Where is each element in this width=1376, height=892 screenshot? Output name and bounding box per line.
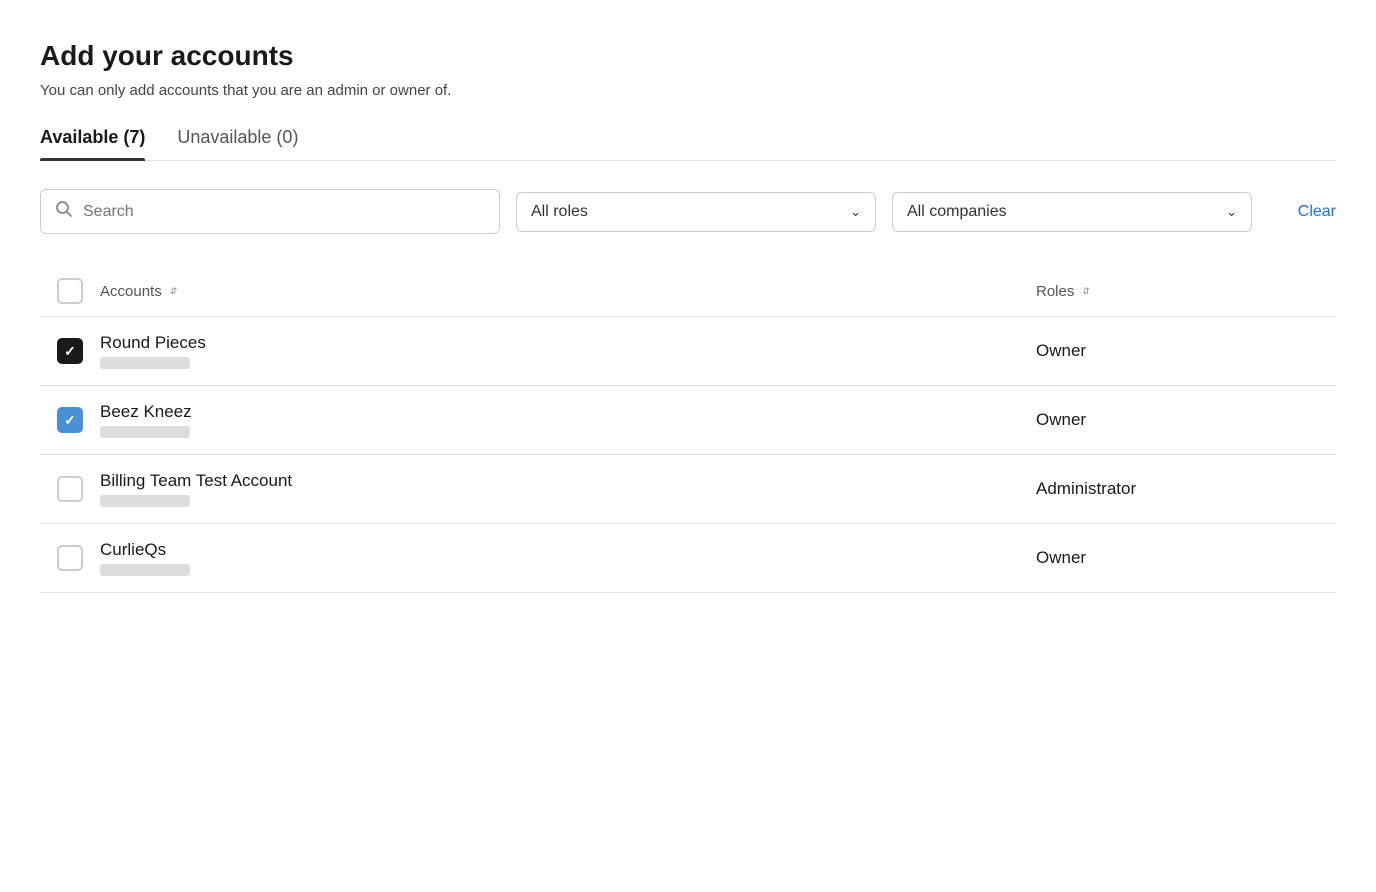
filters-bar: All roles ⌄ All companies ⌄ Clear xyxy=(40,189,1336,234)
roles-sort-icon[interactable]: ⇵ xyxy=(1082,287,1090,296)
account-info-curlieqs: CurlieQs xyxy=(100,540,190,576)
account-role: Owner xyxy=(1036,410,1086,430)
companies-dropdown-arrow: ⌄ xyxy=(1226,204,1237,220)
roles-column-header: Roles ⇵ xyxy=(1036,283,1336,300)
select-all-checkbox[interactable] xyxy=(57,278,83,304)
account-name: Round Pieces xyxy=(100,333,206,353)
account-url-blur xyxy=(100,357,190,369)
account-info-beez-kneez: Beez Kneez xyxy=(100,402,192,438)
header-checkbox-col xyxy=(40,278,100,304)
accounts-sort-icon[interactable]: ⇵ xyxy=(170,287,178,296)
page-title: Add your accounts xyxy=(40,40,1336,72)
checkmark-icon: ✓ xyxy=(64,343,76,360)
table-header: Accounts ⇵ Roles ⇵ xyxy=(40,266,1336,317)
account-name: CurlieQs xyxy=(100,540,190,560)
clear-button[interactable]: Clear xyxy=(1298,203,1336,221)
account-role: Administrator xyxy=(1036,479,1136,499)
roles-dropdown[interactable]: All roles ⌄ xyxy=(516,192,876,232)
tabs-container: Available (7) Unavailable (0) xyxy=(40,127,1336,161)
row-checkbox-beez-kneez[interactable]: ✓ xyxy=(57,407,83,433)
accounts-table: Accounts ⇵ Roles ⇵ ✓ Round Pieces Owner xyxy=(40,266,1336,593)
page-subtitle: You can only add accounts that you are a… xyxy=(40,82,1336,99)
account-url-blur xyxy=(100,495,190,507)
account-info-round-pieces: Round Pieces xyxy=(100,333,206,369)
table-row: ✓ Round Pieces Owner xyxy=(40,317,1336,386)
account-role: Owner xyxy=(1036,341,1086,361)
account-role: Owner xyxy=(1036,548,1086,568)
companies-dropdown-label: All companies xyxy=(907,203,1007,221)
row-checkbox-curlieqs[interactable] xyxy=(57,545,83,571)
account-name: Beez Kneez xyxy=(100,402,192,422)
row-checkbox-billing-team[interactable] xyxy=(57,476,83,502)
roles-dropdown-arrow: ⌄ xyxy=(850,204,861,220)
account-info-billing-team: Billing Team Test Account xyxy=(100,471,292,507)
search-input[interactable] xyxy=(83,203,485,221)
companies-dropdown[interactable]: All companies ⌄ xyxy=(892,192,1252,232)
table-row: CurlieQs Owner xyxy=(40,524,1336,593)
account-url-blur xyxy=(100,564,190,576)
table-row: Billing Team Test Account Administrator xyxy=(40,455,1336,524)
checkmark-icon: ✓ xyxy=(64,412,76,429)
tab-available[interactable]: Available (7) xyxy=(40,127,145,160)
tab-unavailable[interactable]: Unavailable (0) xyxy=(177,127,298,160)
accounts-column-header: Accounts ⇵ xyxy=(100,283,1036,300)
account-url-blur xyxy=(100,426,190,438)
roles-dropdown-label: All roles xyxy=(531,203,588,221)
table-row: ✓ Beez Kneez Owner xyxy=(40,386,1336,455)
account-name: Billing Team Test Account xyxy=(100,471,292,491)
row-checkbox-round-pieces[interactable]: ✓ xyxy=(57,338,83,364)
search-box[interactable] xyxy=(40,189,500,234)
search-icon xyxy=(55,200,73,223)
